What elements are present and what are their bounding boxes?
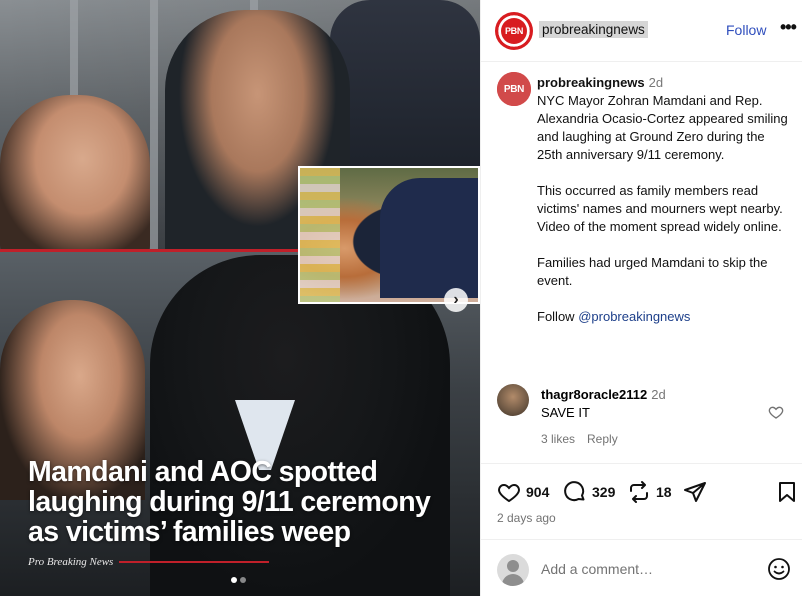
photo-person-woman	[0, 95, 150, 255]
comment-likes[interactable]: 3 likes	[541, 432, 575, 446]
bookmark-icon	[779, 482, 795, 502]
caption-paragraph: Families had urged Mamdani to skip the e…	[537, 255, 768, 288]
post-media[interactable]: › Mamdani and AOC spotted laughing durin…	[0, 0, 480, 596]
avatar-logo: PBN	[501, 18, 527, 44]
comment-button[interactable]: 329	[563, 480, 615, 504]
caption-username[interactable]: probreakingnews	[537, 75, 645, 90]
caption-avatar[interactable]: PBN	[497, 72, 531, 106]
caption-follow-prefix: Follow	[537, 309, 575, 324]
emoji-icon[interactable]	[767, 557, 791, 581]
carousel-next-button[interactable]: ›	[444, 288, 468, 312]
commenter-avatar[interactable]	[497, 384, 529, 416]
caption-paragraph: This occurred as family members read vic…	[537, 183, 783, 234]
follow-button[interactable]: Follow	[726, 22, 766, 38]
carousel-dot	[240, 577, 246, 583]
inset-photo	[298, 166, 480, 304]
caption-mention-link[interactable]: @probreakingnews	[578, 309, 690, 324]
comment-input[interactable]	[541, 558, 761, 580]
post-headline: Mamdani and AOC spotted laughing during …	[28, 456, 431, 548]
comment-reply-button[interactable]: Reply	[587, 432, 618, 446]
divider-line	[0, 249, 300, 252]
send-icon	[684, 482, 706, 502]
repost-button[interactable]: 18	[627, 480, 672, 504]
post-date: 2 days ago	[497, 511, 556, 525]
caption-paragraph: NYC Mayor Zohran Mamdani and Rep. Alexan…	[537, 93, 788, 162]
post-side-panel: PBN probreakingnews Follow ••• PBN probr…	[480, 0, 802, 596]
chevron-right-icon: ›	[453, 291, 459, 308]
inset-person	[380, 178, 478, 298]
comment-time: 2d	[651, 387, 666, 402]
like-button[interactable]: 904	[497, 480, 549, 504]
add-comment-bar	[481, 539, 802, 596]
carousel-indicator	[231, 577, 246, 583]
brand-watermark: Pro Breaking News	[28, 556, 270, 568]
comment-meta: 3 likes Reply	[541, 432, 618, 446]
comment-icon	[564, 481, 585, 502]
comment-count: 329	[592, 484, 616, 500]
share-button[interactable]	[683, 480, 707, 504]
comment-text: SAVE IT	[541, 405, 590, 420]
barrier-post	[150, 0, 158, 250]
avatar-logo: PBN	[497, 72, 531, 106]
comment-username[interactable]: thagr8oracle2112	[541, 387, 647, 402]
profile-avatar[interactable]: PBN	[495, 12, 533, 50]
current-user-avatar	[497, 554, 529, 586]
like-count: 904	[526, 484, 550, 500]
repost-count: 18	[656, 484, 672, 500]
post-caption: probreakingnews 2d NYC Mayor Zohran Mamda…	[537, 74, 793, 326]
post-actions: 904 329 18 2 days ago	[481, 463, 802, 539]
post-header: PBN probreakingnews Follow •••	[481, 0, 802, 62]
more-options-icon[interactable]: •••	[780, 17, 797, 38]
header-username[interactable]: probreakingnews	[539, 21, 648, 38]
brand-name: Pro Breaking News	[28, 556, 114, 568]
save-button[interactable]	[775, 480, 799, 504]
caption-time: 2d	[648, 75, 664, 90]
inset-flowers	[300, 168, 340, 302]
comment-item: thagr8oracle2112 2d SAVE IT	[541, 386, 761, 422]
carousel-dot-active	[231, 577, 237, 583]
heart-icon	[498, 483, 520, 503]
photo-person-suit	[330, 0, 480, 170]
repost-icon	[630, 481, 648, 503]
brand-rule	[119, 561, 270, 563]
comment-heart-icon[interactable]	[768, 404, 784, 420]
caption-follow-line: Follow @probreakingnews	[537, 308, 793, 326]
